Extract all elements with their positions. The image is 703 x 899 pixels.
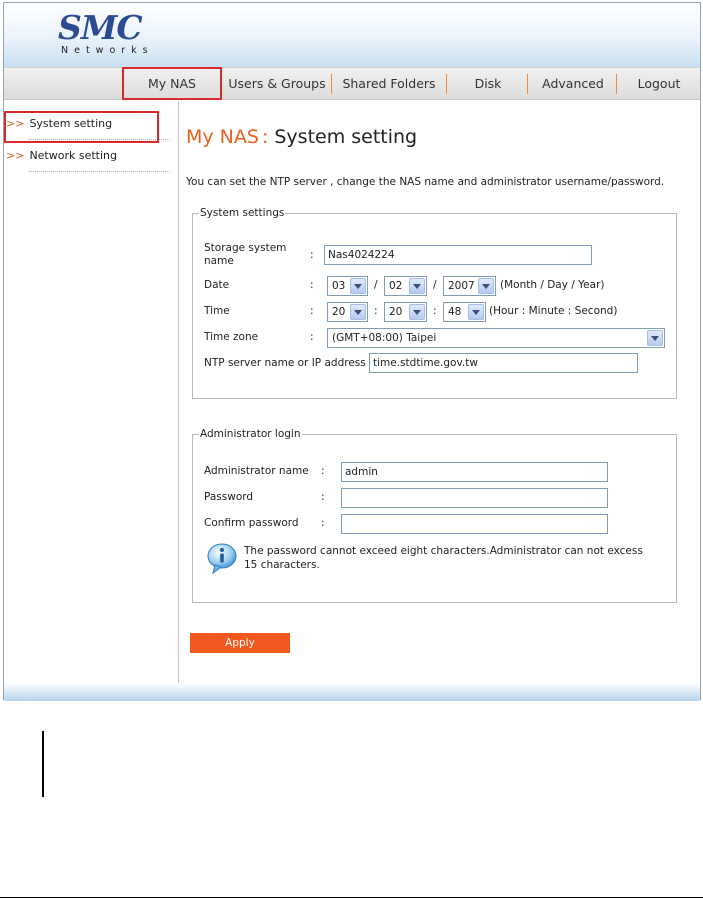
nav-separator bbox=[527, 74, 528, 94]
footer-bar bbox=[4, 683, 700, 701]
logo-main-text: SMC bbox=[58, 8, 143, 47]
admin-name-input[interactable]: admin bbox=[341, 462, 608, 482]
page-title: My NAS: System setting bbox=[186, 126, 417, 148]
time-minute-value: 20 bbox=[389, 306, 403, 318]
date-label: Date bbox=[204, 279, 230, 291]
chevron-down-icon bbox=[350, 278, 366, 294]
smc-logo: SMC Networks bbox=[58, 8, 154, 56]
date-format-hint: (Month / Day / Year) bbox=[500, 279, 605, 291]
nav-logout[interactable]: Logout bbox=[619, 68, 699, 99]
time-format-hint: (Hour : Minute : Second) bbox=[489, 305, 618, 317]
header-banner: SMC Networks bbox=[4, 3, 700, 67]
storage-name-label: Storage system name bbox=[204, 242, 287, 267]
date-day-value: 02 bbox=[389, 280, 403, 292]
sidebar-item-label: Network setting bbox=[29, 149, 117, 162]
timezone-value: (GMT+08:00) Taipei bbox=[332, 332, 437, 344]
time-hour-value: 20 bbox=[332, 306, 346, 318]
system-settings-legend: System settings bbox=[200, 207, 285, 219]
date-year-select[interactable]: 2007 bbox=[443, 276, 496, 296]
time-second-select[interactable]: 48 bbox=[443, 302, 486, 322]
top-nav: My NAS Users & Groups Shared Folders Dis… bbox=[4, 67, 700, 100]
chevron-down-icon bbox=[478, 278, 494, 294]
chevron-down-icon bbox=[409, 278, 425, 294]
ntp-label: NTP server name or IP address : bbox=[204, 357, 373, 369]
colon: : bbox=[310, 279, 314, 291]
nav-separator bbox=[446, 74, 447, 94]
timezone-label: Time zone bbox=[204, 331, 259, 343]
nav-separator bbox=[331, 74, 332, 94]
colon: : bbox=[321, 491, 325, 503]
highlight-box-sidebar bbox=[4, 111, 159, 143]
sidebar-item-network-setting[interactable]: >> Network setting bbox=[6, 148, 117, 164]
chevron-down-icon bbox=[468, 304, 484, 320]
sidebar-divider bbox=[28, 171, 170, 172]
time-label: Time bbox=[204, 305, 230, 317]
date-month-value: 03 bbox=[332, 280, 346, 292]
title-colon: : bbox=[261, 126, 269, 148]
password-note: The password cannot exceed eight charact… bbox=[244, 545, 643, 571]
password-input[interactable] bbox=[341, 488, 608, 508]
chevron-down-icon bbox=[409, 304, 425, 320]
colon: : bbox=[321, 465, 325, 477]
page-description: You can set the NTP server , change the … bbox=[186, 176, 665, 188]
admin-login-legend: Administrator login bbox=[200, 428, 301, 440]
chevron-down-icon bbox=[647, 330, 663, 346]
colon: : bbox=[310, 331, 314, 343]
date-year-value: 2007 bbox=[448, 280, 475, 292]
nav-disk[interactable]: Disk bbox=[449, 68, 527, 99]
margin-bar bbox=[42, 731, 44, 797]
time-separator: : bbox=[433, 305, 437, 317]
sidebar bbox=[4, 101, 179, 683]
password-label: Password bbox=[204, 491, 254, 503]
sidebar-arrows: >> bbox=[6, 149, 25, 162]
colon: : bbox=[310, 305, 314, 317]
time-minute-select[interactable]: 20 bbox=[384, 302, 427, 322]
timezone-select[interactable]: (GMT+08:00) Taipei bbox=[327, 328, 665, 348]
title-prefix: My NAS bbox=[186, 126, 259, 148]
time-hour-select[interactable]: 20 bbox=[327, 302, 368, 322]
colon: : bbox=[310, 249, 314, 261]
date-day-select[interactable]: 02 bbox=[384, 276, 427, 296]
nav-advanced[interactable]: Advanced bbox=[530, 68, 616, 99]
apply-button[interactable]: Apply bbox=[190, 633, 290, 653]
logo-sub-text: Networks bbox=[61, 45, 154, 56]
highlight-box-nav bbox=[122, 67, 222, 100]
chevron-down-icon bbox=[350, 304, 366, 320]
date-separator: / bbox=[433, 279, 437, 291]
ntp-server-input[interactable]: time.stdtime.gov.tw bbox=[369, 353, 638, 373]
confirm-password-input[interactable] bbox=[341, 514, 608, 534]
time-separator: : bbox=[374, 305, 378, 317]
date-separator: / bbox=[374, 279, 378, 291]
nav-users-groups[interactable]: Users & Groups bbox=[224, 68, 330, 99]
colon: : bbox=[321, 517, 325, 529]
info-icon bbox=[207, 543, 237, 574]
confirm-password-label: Confirm password bbox=[204, 517, 299, 529]
nav-shared-folders[interactable]: Shared Folders bbox=[334, 68, 444, 99]
page-rule bbox=[0, 897, 703, 898]
admin-name-label: Administrator name bbox=[204, 465, 309, 477]
title-text: System setting bbox=[274, 126, 418, 148]
time-second-value: 48 bbox=[448, 306, 462, 318]
date-month-select[interactable]: 03 bbox=[327, 276, 368, 296]
nav-separator bbox=[616, 74, 617, 94]
storage-name-input[interactable]: Nas4024224 bbox=[324, 245, 592, 265]
